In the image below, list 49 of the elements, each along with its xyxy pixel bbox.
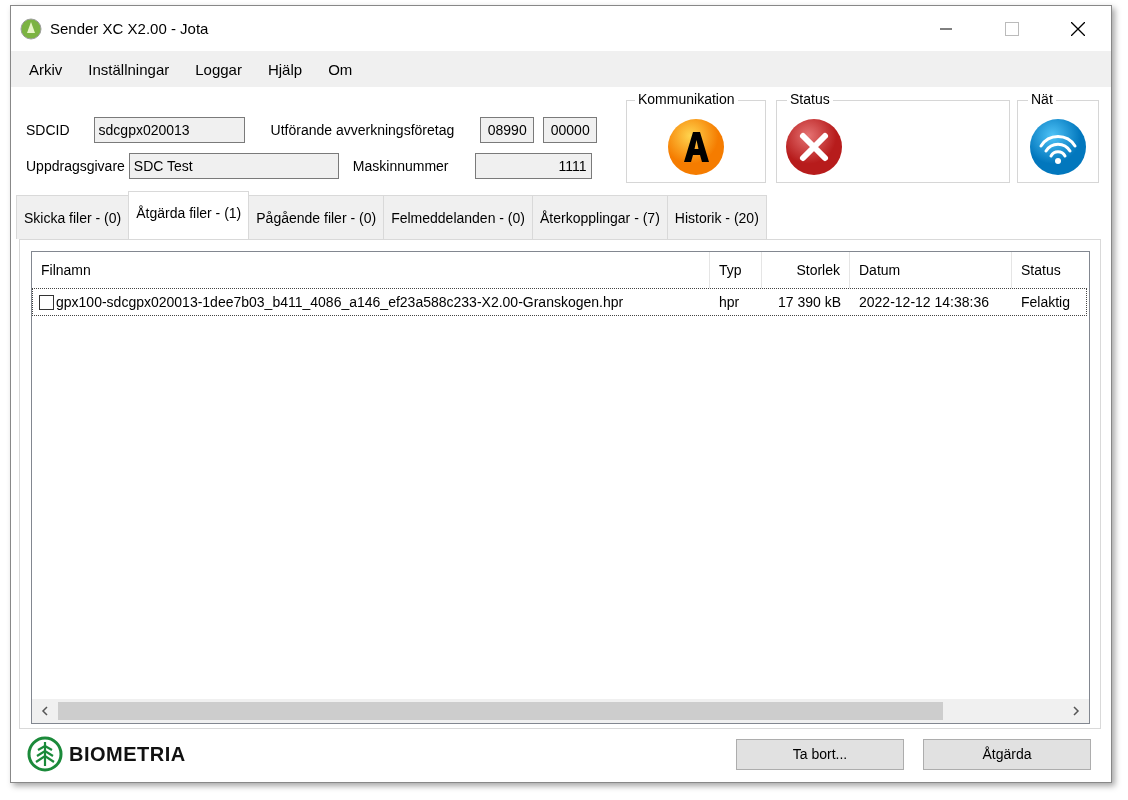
sdcid-field[interactable]: sdcgpx020013 <box>93 117 245 143</box>
field-label: Maskinnummer <box>352 158 449 174</box>
tree-logo-icon <box>27 736 63 772</box>
menu-item[interactable]: Inställningar <box>78 60 180 78</box>
menu-item[interactable]: Hjälp <box>257 60 313 78</box>
field-label: Uppdragsgivare <box>26 158 125 174</box>
menu-item[interactable]: Arkiv <box>19 60 73 78</box>
close-icon <box>1071 21 1085 36</box>
table-cell: 17 390 kB <box>777 294 841 310</box>
menu-item[interactable]: Loggar <box>185 60 252 78</box>
action-button[interactable]: Åtgärda <box>923 738 1091 770</box>
machine-number-field[interactable]: 1111 <box>474 153 592 179</box>
column-header[interactable]: Status <box>1012 252 1086 288</box>
wifi-icon <box>1029 117 1087 176</box>
scrollbar-thumb[interactable] <box>58 702 943 720</box>
table-cell: gpx100-sdcgpx020013-1dee7b03_b411_4086_a146_ef23a588c233-X2.00-Granskogen.hpr <box>56 294 624 310</box>
column-header[interactable]: Datum <box>850 252 1012 288</box>
table-cell: Felaktig <box>1021 294 1071 310</box>
brand-name: BIOMETRIA <box>69 742 186 766</box>
menu-item[interactable]: Om <box>318 60 363 78</box>
tab[interactable]: Historik - (20) <box>666 195 767 239</box>
company-code-field[interactable]: 00000 <box>543 117 598 143</box>
letter-a-icon <box>667 117 725 176</box>
client-field[interactable]: SDC Test <box>128 153 339 179</box>
column-header[interactable]: Filnamn <box>32 252 710 288</box>
maximize-icon <box>1005 21 1019 36</box>
checkbox[interactable] <box>39 294 54 310</box>
file-row[interactable]: gpx100-sdcgpx020013-1dee7b03_b411_4086_a146_ef23a588c233-X2.00-Granskogen.hpr hpr 17 390 kB 2022-12-12 14:38:36 Felaktig <box>32 288 1087 316</box>
field-label: Utförande avverkningsföretag <box>270 122 455 138</box>
tab[interactable]: Felmeddelanden - (0) <box>383 195 533 239</box>
tab[interactable]: Återkopplingar - (7) <box>532 195 668 239</box>
horizontal-scrollbar[interactable] <box>32 699 1089 723</box>
action-button[interactable]: Ta bort... <box>736 738 904 770</box>
group-title: Nät <box>1028 91 1056 107</box>
field-label: SDCID <box>26 122 70 138</box>
table-cell: 2022-12-12 14:38:36 <box>859 294 989 310</box>
column-header[interactable]: Typ <box>710 252 762 288</box>
app-logo-icon <box>20 17 42 40</box>
tab[interactable]: Skicka filer - (0) <box>16 195 130 239</box>
company-code-field[interactable]: 08990 <box>480 117 535 143</box>
group-title: Status <box>787 91 833 107</box>
scroll-right-icon[interactable] <box>1071 705 1081 717</box>
scroll-left-icon[interactable] <box>40 705 50 717</box>
column-header[interactable]: Storlek <box>762 252 850 288</box>
group-title: Kommunikation <box>635 91 738 107</box>
tab[interactable]: Pågående filer - (0) <box>248 195 385 239</box>
error-icon <box>785 117 843 176</box>
table-cell: hpr <box>719 294 740 310</box>
window-title: Sender XC X2.00 - Jota <box>50 20 209 37</box>
